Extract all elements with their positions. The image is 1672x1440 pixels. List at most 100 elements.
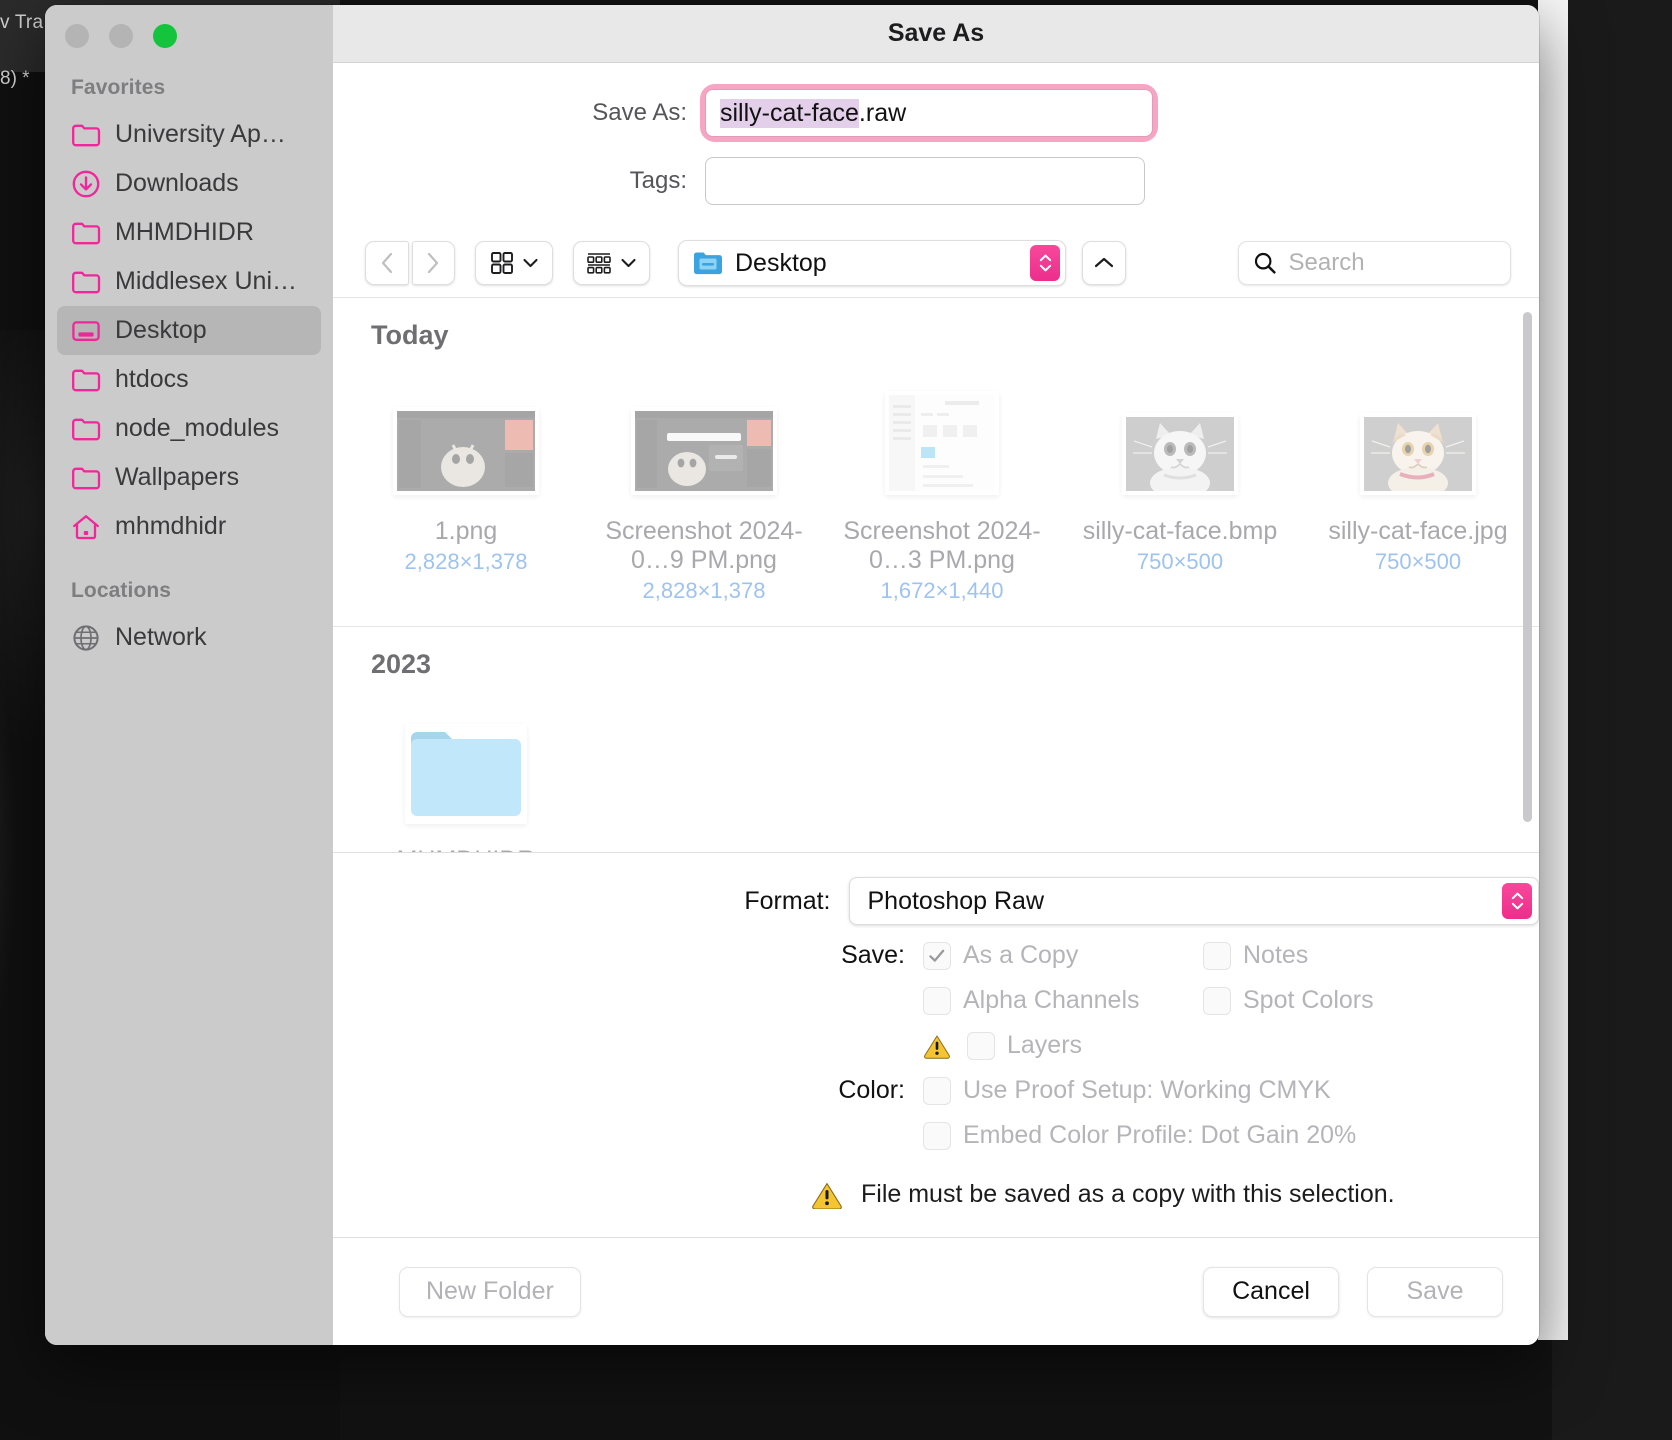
close-button[interactable] <box>65 24 89 48</box>
dialog-footer: New Folder Cancel Save <box>333 1237 1539 1345</box>
filename-input[interactable]: silly-cat-face .raw <box>705 89 1153 137</box>
sidebar-item-downloads[interactable]: Downloads <box>57 159 321 208</box>
check-icon <box>929 949 945 962</box>
sidebar-item-label: node_modules <box>115 414 280 442</box>
checkbox-box[interactable] <box>923 1076 951 1105</box>
enclosing-folder-button[interactable] <box>1082 241 1126 285</box>
checkbox-box[interactable] <box>1203 941 1231 970</box>
zoom-button[interactable] <box>153 24 177 48</box>
sidebar-item-mhmdhidr[interactable]: mhmdhidr <box>57 502 321 551</box>
save-checkbox-row-3: Layers <box>333 1031 1539 1060</box>
file-dimensions: 1,672×1,440 <box>880 578 1004 603</box>
sidebar: Favorites University Ap… Downloads MHMDHIDR… <box>45 5 333 1345</box>
file-browser[interactable]: Today 1.png 2,828×1,378 Screenshot 2024-… <box>333 297 1539 852</box>
file-thumbnail <box>1122 375 1238 495</box>
new-folder-button[interactable]: New Folder <box>399 1266 581 1317</box>
file-thumbnail <box>405 704 527 824</box>
checkbox-label: As a Copy <box>963 941 1079 969</box>
icon-view-button[interactable] <box>475 241 553 285</box>
checkbox-label: Notes <box>1243 941 1309 969</box>
tags-input[interactable] <box>705 157 1145 205</box>
format-stepper[interactable] <box>1502 883 1532 919</box>
file-item[interactable]: 1.png 2,828×1,378 <box>361 375 571 604</box>
sidebar-item-mhmdhidr[interactable]: MHMDHIDR <box>57 208 321 257</box>
file-item[interactable]: Screenshot 2024-0…9 PM.png 2,828×1,378 <box>599 375 809 604</box>
folder-thumbnail-icon <box>411 732 521 816</box>
back-button[interactable] <box>365 241 409 285</box>
file-item[interactable]: silly-cat-face.bmp 750×500 <box>1075 375 1285 604</box>
checkbox-label: Spot Colors <box>1243 986 1374 1014</box>
filename-selected-text: silly-cat-face <box>720 98 859 128</box>
sidebar-section-title: Favorites <box>71 76 166 99</box>
checkbox-label: Embed Color Profile: Dot Gain 20% <box>963 1121 1357 1149</box>
sidebar-item-node-modules[interactable]: node_modules <box>57 404 321 453</box>
checkbox-spot-colors[interactable]: Spot Colors <box>1203 986 1374 1015</box>
sidebar-item-htdocs[interactable]: htdocs <box>57 355 321 404</box>
sidebar-item-network[interactable]: Network <box>57 613 321 662</box>
forward-button[interactable] <box>411 241 456 285</box>
file-dimensions: 750×500 <box>1136 549 1224 574</box>
search-icon <box>1254 252 1276 274</box>
location-popup-label: Desktop <box>735 248 827 277</box>
format-value: Photoshop Raw <box>867 886 1045 915</box>
location-stepper[interactable] <box>1030 245 1060 281</box>
file-grid: 1.png 2,828×1,378 Screenshot 2024-0…9 PM… <box>333 351 1539 604</box>
format-popup-button[interactable]: Photoshop Raw <box>848 877 1539 925</box>
checkbox-box[interactable] <box>923 1121 951 1150</box>
warning-triangle-icon <box>924 1035 950 1059</box>
sidebar-item-desktop[interactable]: Desktop <box>57 306 321 355</box>
format-label: Format: <box>744 886 831 915</box>
sidebar-section-title: Locations <box>71 579 172 602</box>
tags-row: Tags: <box>333 157 1539 205</box>
checkbox-box[interactable] <box>923 941 951 970</box>
folder-icon <box>72 124 101 146</box>
checkbox-notes[interactable]: Notes <box>1203 941 1308 970</box>
file-thumbnail <box>1360 375 1476 495</box>
thumbnail-image <box>889 395 995 491</box>
group-by-button[interactable] <box>572 241 650 285</box>
save-button[interactable]: Save <box>1367 1266 1503 1317</box>
file-name: silly-cat-face.jpg <box>1328 517 1508 545</box>
checkbox-as-a-copy[interactable]: As a Copy <box>923 941 1203 970</box>
filename-extension-text: .raw <box>858 98 907 127</box>
save-as-row: Save As: silly-cat-face .raw <box>333 89 1539 137</box>
sidebar-item-label: Downloads <box>115 169 239 197</box>
sidebar-item-middlesex-uni[interactable]: Middlesex Uni… <box>57 257 321 306</box>
group-view-icon <box>587 253 612 274</box>
format-row: Format: Photoshop Raw <box>333 877 1539 925</box>
page-title: Save As <box>887 19 985 47</box>
file-item[interactable]: MHMDHIDR <box>361 704 571 852</box>
minimize-button[interactable] <box>109 24 133 48</box>
color-checkbox-row-1: Color: Use Proof Setup: Working CMYK <box>333 1076 1539 1105</box>
sidebar-item-label: htdocs <box>115 365 189 393</box>
save-checkbox-row-1: Save: As a Copy Notes <box>333 941 1539 970</box>
sidebar-item-wallpapers[interactable]: Wallpapers <box>57 453 321 502</box>
checkbox-alpha-channels[interactable]: Alpha Channels <box>923 986 1203 1015</box>
warning-message-row: File must be saved as a copy with this s… <box>333 1166 1539 1227</box>
search-placeholder: Search <box>1288 249 1365 276</box>
checkbox-box[interactable] <box>967 1031 995 1060</box>
dialog-main-pane: Save As Save As: silly-cat-face .raw Tags… <box>333 5 1539 1345</box>
checkbox-embed-color-profile[interactable]: Embed Color Profile: Dot Gain 20% <box>923 1121 1356 1150</box>
cancel-button[interactable]: Cancel <box>1203 1266 1339 1317</box>
checkbox-box[interactable] <box>1203 986 1231 1015</box>
location-popup-button[interactable]: Desktop <box>678 240 1066 286</box>
checkbox-box[interactable] <box>923 986 951 1015</box>
file-item[interactable]: silly-cat-face.jpg 750×500 <box>1313 375 1523 604</box>
backdrop-text-top: v Tra <box>0 12 44 33</box>
browser-scrollbar[interactable] <box>1523 312 1532 822</box>
chevron-up-icon <box>1511 892 1523 900</box>
folder-icon <box>72 418 101 440</box>
file-item[interactable]: Screenshot 2024-0…3 PM.png 1,672×1,440 <box>837 375 1047 604</box>
globe-icon <box>73 624 99 651</box>
folder-icon <box>72 271 101 293</box>
checkbox-pair-2: Alpha Channels Spot Colors <box>923 986 1374 1015</box>
search-input[interactable]: Search <box>1237 241 1511 285</box>
sidebar-item-label: Wallpapers <box>115 463 240 491</box>
sidebar-item-university-ap[interactable]: University Ap… <box>57 110 321 159</box>
checkbox-layers[interactable]: Layers <box>967 1031 1082 1060</box>
tags-label: Tags: <box>629 167 687 194</box>
file-group-title: 2023 <box>371 649 432 679</box>
checkbox-use-proof-setup[interactable]: Use Proof Setup: Working CMYK <box>923 1076 1331 1105</box>
sidebar-item-label: Desktop <box>115 316 207 344</box>
